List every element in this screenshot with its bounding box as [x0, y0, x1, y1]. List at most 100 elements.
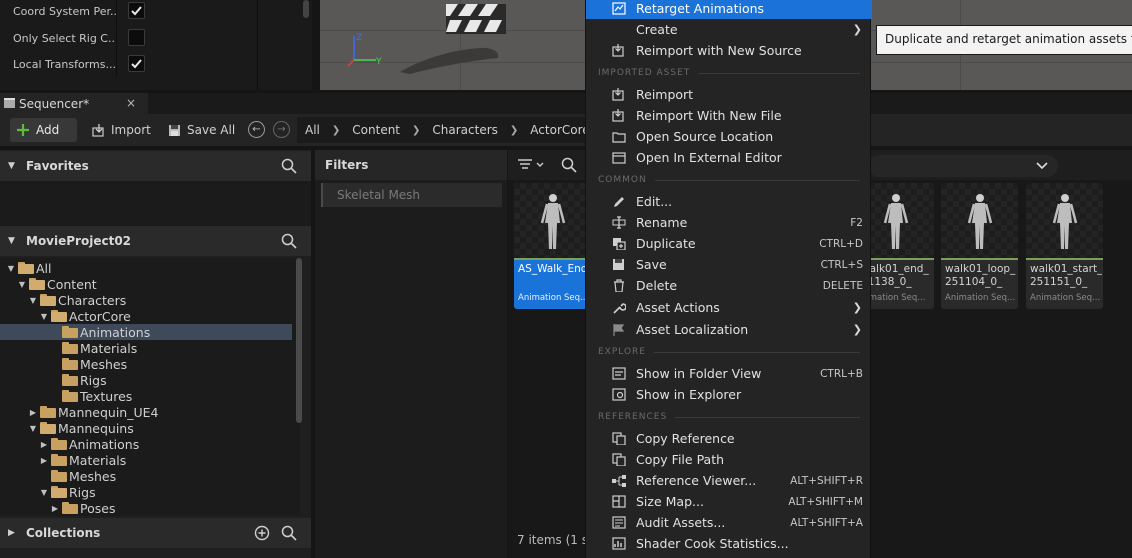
tree-item[interactable]: ▶ Materials	[0, 452, 292, 468]
asset-name: walk01_start_ 251151_0_	[1030, 263, 1102, 288]
breadcrumb-item[interactable]: All	[297, 123, 328, 137]
tree-item[interactable]: Meshes	[0, 356, 292, 372]
menu-item-label: Show in Folder View	[636, 366, 762, 381]
menu-item-show-in-explorer[interactable]: Show in Explorer	[586, 384, 872, 405]
mannequin-icon	[1052, 194, 1078, 249]
asset-type-bar	[514, 258, 591, 260]
divider	[116, 25, 117, 51]
search-icon[interactable]	[281, 525, 297, 541]
details-scrollbar[interactable]	[303, 0, 309, 18]
folder-icon	[62, 502, 78, 514]
menu-item-size-map[interactable]: Size Map... ALT+SHIFT+M	[586, 491, 872, 512]
tab-bar: Sequencer* ×	[0, 93, 1132, 114]
tree-item[interactable]: ▼ Characters	[0, 292, 292, 308]
save-all-button[interactable]: Save All	[162, 118, 241, 142]
menu-item-retarget-animations[interactable]: Retarget Animations	[586, 0, 872, 19]
tree-item[interactable]: Animations	[0, 324, 292, 340]
menu-item-rename[interactable]: Rename F2	[586, 212, 872, 233]
menu-item-reimport-with-new-source[interactable]: Reimport with New Source	[586, 40, 872, 61]
tree-scrollbar[interactable]	[296, 258, 302, 423]
menu-item-show-in-folder-view[interactable]: Show in Folder View CTRL+B	[586, 363, 872, 384]
search-icon[interactable]	[281, 233, 297, 249]
chevron-right-icon[interactable]: ▶	[50, 504, 60, 513]
tree-item[interactable]: Meshes	[0, 468, 292, 484]
chevron-right-icon[interactable]: ▶	[39, 440, 49, 449]
asset-search-input[interactable]	[868, 155, 1058, 177]
tree-item[interactable]: ▼ ActorCore	[0, 308, 292, 324]
tree-item[interactable]: Textures	[0, 388, 292, 404]
menu-item-copy-file-path[interactable]: Copy File Path	[586, 449, 872, 470]
tree-item[interactable]: ▼ Mannequins	[0, 420, 292, 436]
tree-item[interactable]: ▶ Mannequin_UE4	[0, 404, 292, 420]
menu-item-shader-cook-statistics[interactable]: Shader Cook Statistics...	[586, 533, 872, 554]
breadcrumb-item[interactable]: Content	[344, 123, 408, 137]
chevron-down-icon[interactable]: ▼	[8, 161, 18, 171]
search-icon[interactable]	[281, 158, 297, 174]
filter-chip[interactable]: Skeletal Mesh	[321, 183, 502, 207]
menu-item-reference-viewer[interactable]: Reference Viewer... ALT+SHIFT+R	[586, 470, 872, 491]
chevron-down-icon[interactable]: ▼	[6, 264, 16, 273]
menu-item-copy-reference[interactable]: Copy Reference	[586, 428, 872, 449]
chevron-down-icon[interactable]: ▼	[39, 488, 49, 497]
divider	[116, 0, 117, 24]
property-checkbox[interactable]	[128, 29, 145, 46]
menu-item-open-source-location[interactable]: Open Source Location	[586, 126, 872, 147]
chevron-right-icon[interactable]: ❯	[328, 125, 344, 136]
import-button[interactable]: Import	[86, 118, 157, 142]
tab-sequencer[interactable]: Sequencer* ×	[0, 93, 148, 114]
breadcrumb-item[interactable]: Characters	[424, 123, 506, 137]
menu-item-label: Reimport With New File	[636, 108, 782, 123]
tree-item[interactable]: Rigs	[0, 372, 292, 388]
chevron-down-icon[interactable]: ▼	[39, 312, 49, 321]
close-icon[interactable]: ×	[126, 96, 136, 110]
asset-tile[interactable]: AS_Walk_End Animation Seq...	[514, 183, 591, 309]
chevron-down-icon[interactable]: ▼	[17, 280, 27, 289]
property-checkbox[interactable]	[128, 2, 145, 19]
asset-tile[interactable]: walk01_loop_ 251104_0_ Animation Seq...	[941, 183, 1018, 309]
menu-item-duplicate[interactable]: Duplicate CTRL+D	[586, 233, 872, 254]
tree-item[interactable]: ▼ Content	[0, 276, 292, 292]
collections-header[interactable]: ▶ Collections	[0, 518, 311, 548]
add-button[interactable]: Add	[10, 118, 77, 142]
tree-item[interactable]: ▶ Animations	[0, 436, 292, 452]
tree-item[interactable]: Materials	[0, 340, 292, 356]
menu-item-label: Rename	[636, 215, 688, 230]
save-icon	[169, 124, 180, 136]
menu-item-edit[interactable]: Edit...	[586, 191, 872, 212]
chevron-right-icon[interactable]: ▶	[8, 528, 18, 538]
chevron-right-icon[interactable]: ▶	[28, 408, 38, 417]
tree-item[interactable]: ▶ Poses	[0, 500, 292, 516]
menu-item-asset-actions[interactable]: Asset Actions ❯	[586, 297, 872, 318]
chevron-right-icon[interactable]: ❯	[408, 125, 424, 136]
asset-type: Animation Seq...	[518, 293, 589, 303]
menu-item-reimport-with-new-file[interactable]: Reimport With New File	[586, 105, 872, 126]
add-circle-icon[interactable]	[254, 525, 270, 541]
menu-item-reimport[interactable]: Reimport	[586, 84, 872, 105]
search-icon[interactable]	[561, 157, 577, 173]
asset-tile[interactable]: walk01_start_ 251151_0_ Animation Seq...	[1026, 183, 1103, 309]
favorites-header[interactable]: ▼ Favorites	[0, 151, 311, 181]
menu-item-audit-assets[interactable]: Audit Assets... ALT+SHIFT+A	[586, 512, 872, 533]
project-header[interactable]: ▼ MovieProject02	[0, 226, 311, 256]
folder-icon	[62, 326, 78, 338]
chevron-down-icon[interactable]: ▼	[8, 236, 18, 246]
chevron-right-icon[interactable]: ❯	[506, 125, 522, 136]
menu-item-create[interactable]: Create ❯	[586, 19, 872, 40]
property-checkbox[interactable]	[128, 55, 145, 72]
arrow-left-icon: ←	[252, 124, 261, 135]
menu-item-save[interactable]: Save CTRL+S	[586, 254, 872, 275]
tree-item[interactable]: ▼ All	[0, 260, 292, 276]
menu-item-delete[interactable]: Delete DELETE	[586, 275, 872, 296]
chevron-down-icon[interactable]: ▼	[28, 424, 38, 433]
menu-item-shortcut: DELETE	[822, 279, 863, 292]
back-button[interactable]: ←	[248, 121, 265, 138]
chevron-right-icon[interactable]: ▶	[39, 456, 49, 465]
menu-item-asset-localization[interactable]: Asset Localization ❯	[586, 319, 872, 340]
divider	[654, 179, 860, 181]
chevron-down-icon[interactable]: ▼	[28, 296, 38, 305]
filter-icon[interactable]	[518, 158, 544, 172]
forward-button[interactable]: →	[273, 121, 290, 138]
chevron-down-icon[interactable]	[1036, 162, 1048, 170]
tree-item[interactable]: ▼ Rigs	[0, 484, 292, 500]
menu-item-open-in-external-editor[interactable]: Open In External Editor	[586, 147, 872, 168]
